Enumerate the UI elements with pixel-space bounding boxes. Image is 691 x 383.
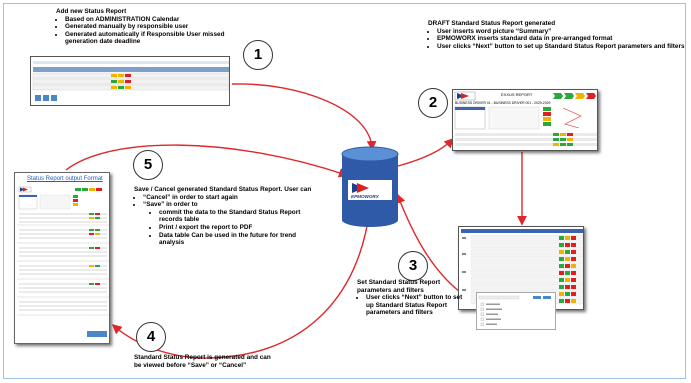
step5-sub-bullet: Data table Can be used in the future for… [159, 232, 314, 247]
filter-panel-thumbnail [478, 295, 551, 326]
report-output-format-screenshot: Status Report output Format [14, 172, 110, 344]
step3-filter-panel [476, 292, 556, 330]
step3-description: Set Standard Status Report parameters an… [357, 279, 469, 317]
step-number-5: 5 [133, 150, 163, 180]
step5-bullet: “Cancel” in order to start again [143, 194, 314, 202]
step3-heading: Set Standard Status Report parameters an… [357, 279, 441, 294]
step5-heading: Save / Cancel generated Standard Status … [134, 186, 312, 193]
step5-bullet: “Save” in order to commit the data to th… [143, 201, 314, 247]
step5-sub-bullets: commit the data to the Standard Status R… [143, 209, 314, 247]
step5-description: Save / Cancel generated Standard Status … [134, 186, 314, 247]
step3-bullet: User clicks “Next” button to set up Stan… [366, 294, 469, 317]
database-logo-text: EPMOWORX [351, 194, 379, 199]
step3-bullets: User clicks “Next” button to set up Stan… [357, 294, 469, 317]
step4-description: Standard Status Report is generated and … [134, 354, 271, 369]
report-output-thumbnail [17, 186, 109, 337]
step-number-3: 3 [398, 251, 428, 281]
step5-sub-bullet: Print / export the report to PDF [159, 224, 314, 232]
report-output-title: Status Report output Format [27, 176, 103, 182]
diagram-canvas: Add new Status Report Based on ADMINISTR… [0, 0, 691, 383]
step5-bullets: “Cancel” in order to start again “Save” … [134, 194, 314, 247]
step5-bullet-text: “Save” in order to [143, 201, 198, 209]
step-number-4: 4 [136, 322, 166, 352]
step5-sub-bullet: commit the data to the Standard Status R… [159, 209, 314, 224]
